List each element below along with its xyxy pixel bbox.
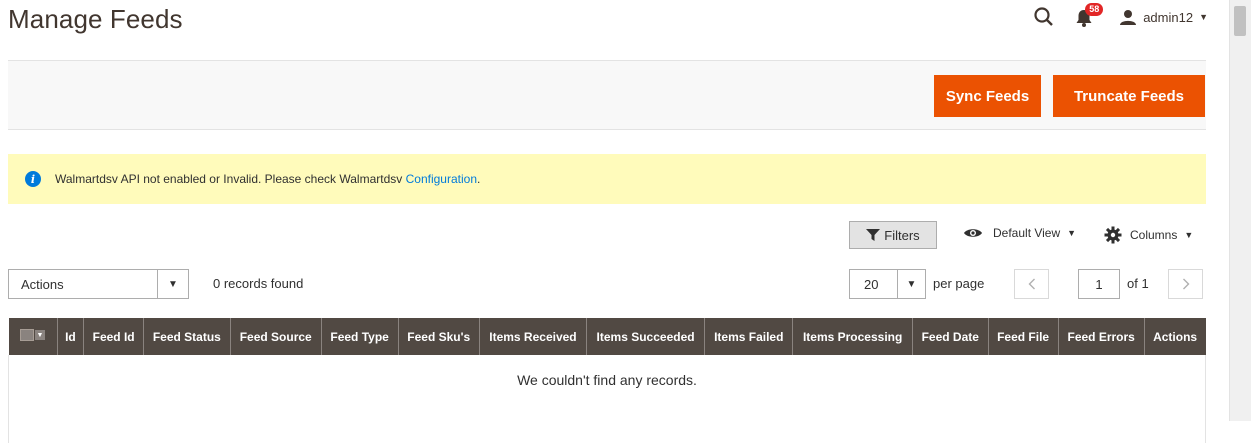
columns-dropdown[interactable]: Columns ▼ [1104, 226, 1193, 244]
empty-row: We couldn't find any records. [8, 355, 1206, 443]
mass-select-checkbox[interactable]: ▼ [8, 318, 57, 355]
column-header-items-received[interactable]: Items Received [478, 318, 587, 355]
filters-button[interactable]: Filters [849, 221, 937, 249]
user-icon [1120, 10, 1137, 25]
sync-feeds-button[interactable]: Sync Feeds [934, 75, 1041, 117]
dropdown-arrow-icon: ▼ [897, 270, 925, 298]
chevron-down-icon: ▼ [1184, 230, 1194, 240]
column-header-feed-type[interactable]: Feed Type [320, 318, 398, 355]
empty-grid-message: We couldn't find any records. [8, 355, 1206, 443]
default-view-label: Default View [993, 226, 1061, 240]
checkbox-icon [20, 329, 34, 341]
mass-actions-label: Actions [21, 276, 64, 292]
chevron-down-icon: ▼ [1067, 228, 1077, 238]
chevron-right-icon [1182, 278, 1189, 290]
chevron-down-icon: ▼ [1199, 12, 1208, 22]
next-page-button[interactable] [1168, 269, 1203, 299]
info-icon: i [25, 171, 41, 187]
page-title: Manage Feeds [8, 4, 183, 34]
column-header-feed-status[interactable]: Feed Status [142, 318, 231, 355]
per-page-label: per page [933, 276, 985, 291]
records-found-count: 0 records found [213, 276, 304, 291]
previous-page-button[interactable] [1014, 269, 1049, 299]
page-header: Manage Feeds 58 admin12 ▼ [0, 0, 1230, 60]
mass-actions-select[interactable]: Actions ▼ [8, 269, 189, 299]
per-page-value: 20 [864, 276, 879, 292]
dropdown-arrow-icon: ▼ [157, 270, 188, 298]
notifications-count-badge: 58 [1085, 3, 1104, 16]
vertical-scrollbar[interactable] [1229, 0, 1251, 421]
chevron-left-icon [1028, 278, 1035, 290]
filter-icon [866, 229, 881, 241]
info-notice: i Walmartdsv API not enabled or Invalid.… [8, 154, 1206, 204]
current-page-input[interactable]: 1 [1078, 269, 1120, 299]
column-header-feed-errors[interactable]: Feed Errors [1057, 318, 1145, 355]
notice-text: Walmartdsv API not enabled or Invalid. P… [55, 172, 480, 186]
column-header-actions: Actions [1143, 318, 1206, 355]
column-header-items-processing[interactable]: Items Processing [792, 318, 913, 355]
filters-label: Filters [884, 227, 920, 243]
column-header-id[interactable]: Id [56, 318, 84, 355]
feeds-grid: ▼ Id Feed Id Feed Status Feed Source Fee… [8, 318, 1206, 443]
header-actions: 58 admin12 ▼ [1033, 3, 1208, 28]
grid-header-row: ▼ Id Feed Id Feed Status Feed Source Fee… [8, 318, 1206, 355]
search-icon[interactable] [1033, 6, 1055, 28]
column-header-feed-skus[interactable]: Feed Sku's [397, 318, 480, 355]
notice-trailing: . [477, 172, 481, 186]
username: admin12 [1143, 9, 1194, 25]
column-header-items-succeeded[interactable]: Items Succeeded [585, 318, 705, 355]
chevron-down-icon: ▼ [35, 330, 45, 340]
user-menu[interactable]: admin12 ▼ [1119, 9, 1208, 25]
column-header-feed-id[interactable]: Feed Id [83, 318, 144, 355]
column-header-items-failed[interactable]: Items Failed [704, 318, 793, 355]
page-total-label: of 1 [1127, 276, 1149, 291]
per-page-select[interactable]: 20 ▼ [849, 269, 926, 299]
notifications-bell-icon[interactable]: 58 [1075, 3, 1104, 28]
column-header-feed-file[interactable]: Feed File [987, 318, 1059, 355]
truncate-feeds-button[interactable]: Truncate Feeds [1053, 75, 1205, 117]
gear-icon [1104, 226, 1122, 244]
column-header-feed-source[interactable]: Feed Source [229, 318, 322, 355]
configuration-link[interactable]: Configuration [406, 172, 477, 186]
eye-icon [964, 229, 982, 237]
page-actions-bar: Sync Feeds Truncate Feeds [8, 60, 1206, 130]
columns-label: Columns [1130, 228, 1178, 242]
column-header-feed-date[interactable]: Feed Date [911, 318, 989, 355]
notice-message: Walmartdsv API not enabled or Invalid. P… [55, 172, 406, 186]
scrollbar-thumb[interactable] [1234, 6, 1246, 36]
default-view-dropdown[interactable]: Default View ▼ [963, 226, 1076, 240]
